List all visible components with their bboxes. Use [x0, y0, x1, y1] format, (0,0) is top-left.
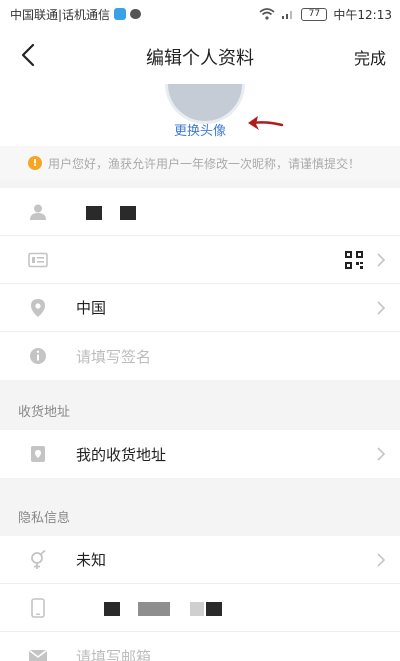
redacted-nickname-part — [86, 206, 102, 220]
location-pin-icon — [28, 298, 48, 318]
change-avatar-link[interactable]: 更换头像 — [0, 120, 400, 139]
message-notification-icon — [130, 9, 142, 19]
email-row[interactable]: 请填写邮箱 — [0, 632, 400, 661]
chevron-right-icon — [377, 553, 386, 567]
battery-icon: 77 — [301, 7, 328, 21]
done-button[interactable]: 完成 — [354, 45, 386, 69]
address-book-icon — [28, 444, 48, 464]
page-title: 编辑个人资料 — [146, 48, 254, 69]
privacy-group: 未知 请填写邮箱 — [0, 536, 400, 661]
chevron-right-icon — [377, 301, 386, 315]
region-row[interactable]: 中国 — [0, 284, 400, 332]
signature-input[interactable]: 请填写签名 — [76, 346, 151, 367]
status-left: 中国联通|话机通信 — [10, 6, 142, 23]
annotation-arrow-icon — [248, 116, 284, 130]
gender-value: 未知 — [76, 551, 107, 569]
redacted-phone-part — [104, 602, 120, 616]
region-value: 中国 — [76, 299, 107, 317]
avatar-section: 更换头像 — [0, 84, 400, 146]
chevron-right-icon — [377, 447, 386, 461]
clock-time: 中午12:13 — [333, 7, 392, 22]
status-right: 77 中午12:13 — [259, 6, 392, 23]
nickname-notice: ! 用户您好，渔获允许用户一年修改一次昵称，请谨慎提交！ — [0, 146, 400, 180]
qr-code-icon[interactable] — [344, 250, 364, 270]
privacy-section-header: 隐私信息 — [0, 496, 400, 536]
phone-icon — [28, 597, 48, 618]
signature-row[interactable]: 请填写签名 — [0, 332, 400, 380]
avatar[interactable] — [165, 84, 245, 124]
gender-row[interactable]: 未知 — [0, 536, 400, 584]
carrier-text: 中国联通|话机通信 — [10, 7, 111, 22]
redacted-phone-part — [138, 602, 170, 616]
phone-row[interactable] — [0, 584, 400, 632]
info-icon — [28, 346, 48, 366]
profile-group: 中国 请填写签名 — [0, 188, 400, 380]
id-row[interactable] — [0, 236, 400, 284]
id-card-icon — [28, 250, 48, 270]
chevron-right-icon — [377, 253, 386, 267]
nav-bar: 编辑个人资料 完成 — [0, 28, 400, 84]
gender-icon — [28, 549, 48, 570]
my-address-row[interactable]: 我的收货地址 — [0, 430, 400, 478]
address-section-header: 收货地址 — [0, 390, 400, 430]
warning-icon: ! — [28, 156, 42, 170]
notice-text: 用户您好，渔获允许用户一年修改一次昵称，请谨慎提交！ — [48, 156, 361, 171]
nickname-row[interactable] — [0, 188, 400, 236]
redacted-phone-part — [206, 602, 222, 616]
redacted-nickname-part — [120, 206, 136, 220]
mail-icon — [28, 646, 48, 661]
signal-icon — [282, 11, 293, 19]
redacted-phone-part — [190, 602, 204, 616]
app-notification-icon — [114, 8, 127, 20]
address-group: 我的收货地址 — [0, 430, 400, 478]
status-bar: 中国联通|话机通信 77 中午12:13 — [0, 0, 400, 28]
person-icon — [28, 202, 48, 222]
my-address-label: 我的收货地址 — [76, 445, 167, 464]
email-input[interactable]: 请填写邮箱 — [76, 646, 151, 661]
wifi-icon — [259, 8, 275, 20]
